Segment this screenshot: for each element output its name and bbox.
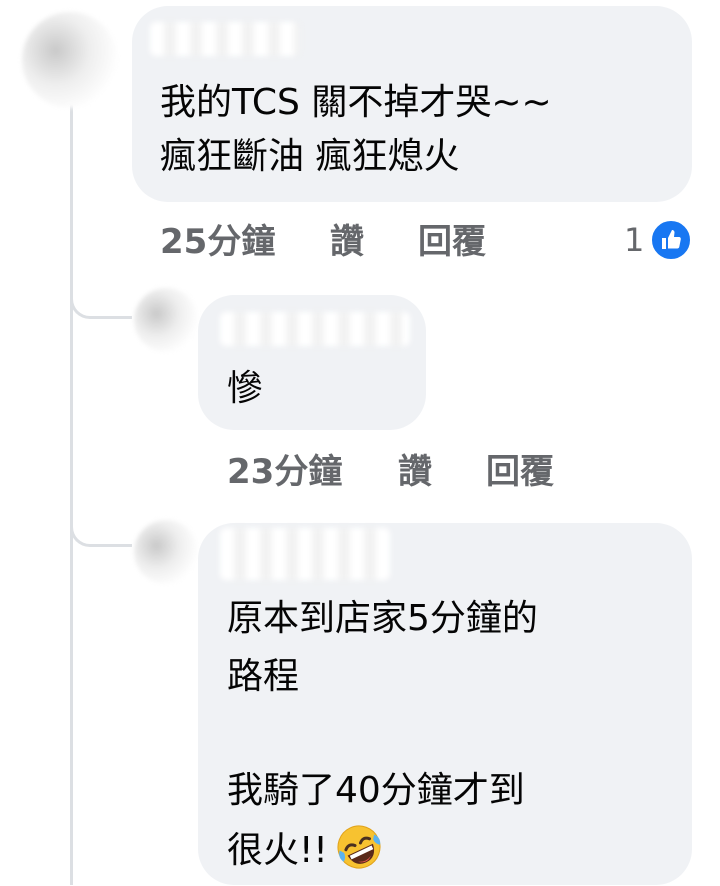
comment-timestamp[interactable]: 23分鐘: [227, 452, 342, 492]
like-button[interactable]: 讚: [330, 222, 364, 262]
comment-text-last-line: 很火!!: [227, 822, 384, 876]
avatar[interactable]: [22, 12, 118, 108]
comment-text-line: 瘋狂斷油 瘋狂熄火: [160, 136, 460, 177]
reply-button[interactable]: 回覆: [486, 452, 554, 492]
thread-branch-reply-2: [70, 513, 132, 547]
avatar[interactable]: [134, 520, 198, 584]
commenter-name-redacted[interactable]: [150, 22, 300, 56]
comment-text-line: 我的TCS 關不掉才哭~~: [160, 82, 552, 123]
comment-text-line: 慘: [227, 368, 264, 409]
comment-text-line: 很火!!: [227, 830, 328, 871]
reaction-summary[interactable]: 1: [624, 218, 693, 262]
comment-text-line: 路程: [227, 656, 300, 697]
reaction-count: 1: [624, 221, 645, 259]
commenter-name-redacted[interactable]: [220, 312, 410, 346]
comment-timestamp[interactable]: 25分鐘: [160, 222, 275, 262]
commenter-name-redacted[interactable]: [220, 528, 390, 580]
avatar[interactable]: [134, 288, 198, 352]
reply-button[interactable]: 回覆: [418, 222, 486, 262]
thread-connector-line: [70, 90, 73, 885]
like-button[interactable]: 讚: [398, 452, 432, 492]
comment-text-line: 我騎了40分鐘才到: [227, 770, 525, 811]
comment-text-line: 原本到店家5分鐘的: [227, 598, 538, 639]
rolling-on-floor-laughing-emoji-icon: [334, 822, 384, 872]
thread-branch-reply-1: [70, 285, 132, 319]
like-thumb-icon: [650, 219, 693, 261]
